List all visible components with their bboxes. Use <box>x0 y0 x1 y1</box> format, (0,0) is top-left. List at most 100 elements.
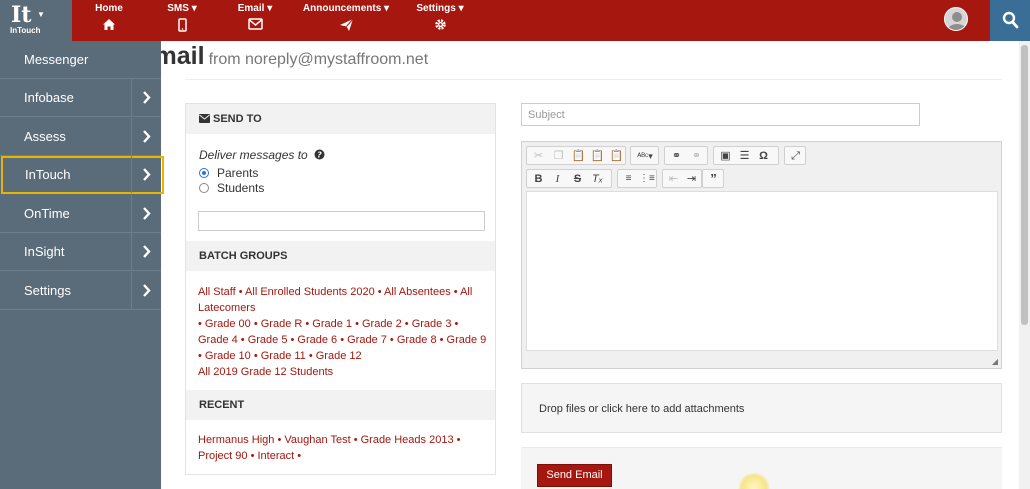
special-character-icon[interactable]: Ω <box>756 149 771 163</box>
batch-group-line[interactable]: All Staff • All Enrolled Students 2020 •… <box>198 284 490 316</box>
sidebar-item-assess[interactable]: Assess <box>0 118 161 156</box>
gear-icon <box>434 19 446 30</box>
remove-format-icon[interactable]: Tₓ <box>590 172 605 186</box>
nav-announcements[interactable]: Announcements ▾ <box>300 3 392 32</box>
numbered-list-icon[interactable]: ≡ <box>621 172 636 186</box>
radio-students-label: Students <box>217 181 265 195</box>
toolbar-list-group: ≡ ⋮≡ <box>617 169 657 188</box>
radio-students[interactable]: Students <box>199 181 264 195</box>
paste-word-icon[interactable]: 📋 <box>609 149 624 163</box>
question-circle-icon[interactable]: ? <box>314 149 325 160</box>
chevron-right-icon <box>131 118 161 155</box>
sidebar-item-label: Settings <box>24 283 71 298</box>
chevron-right-icon <box>131 233 161 270</box>
nav-sms-label: SMS ▾ <box>167 3 197 14</box>
send-to-header: SEND TO <box>186 104 495 134</box>
horizontal-line-icon[interactable]: ☰ <box>737 149 752 163</box>
send-to-panel: SEND TO Deliver messages to ? Parents St… <box>185 103 496 475</box>
search-icon <box>1002 11 1019 29</box>
sidebar-item-label: InTouch <box>25 167 71 182</box>
maximize-icon[interactable]: ⤢ <box>788 149 803 163</box>
toolbar-indent-group: ⇤ ⇥ <box>662 169 702 188</box>
strikethrough-icon[interactable]: S <box>570 172 585 186</box>
top-navigation-bar: It ▼ InTouch Home SMS ▾ Email ▾ Announce… <box>0 0 1030 41</box>
toolbar-spellcheck-group: ᴬᴮᶜ▾ <box>630 146 659 165</box>
sidebar-item-intouch[interactable]: InTouch <box>1 156 164 194</box>
subject-input[interactable]: Subject <box>521 103 920 126</box>
page-scrollbar[interactable] <box>1019 41 1030 489</box>
sidebar-item-label: OnTime <box>24 206 70 221</box>
nav-email-label: Email ▾ <box>237 3 273 14</box>
nav-home-label: Home <box>95 3 123 14</box>
batch-group-line[interactable]: • Grade 00 • Grade R • Grade 1 • Grade 2… <box>198 316 490 364</box>
rich-text-editor: ✂ ❐ 📋 📋 📋 ᴬᴮᶜ▾ ⚭ ⚭ ▣ ☰ Ω ⤢ B I S Tₓ ≡ ⋮≡… <box>521 141 1002 369</box>
bold-icon[interactable]: B <box>531 172 546 186</box>
radio-parents[interactable]: Parents <box>199 166 258 180</box>
radio-parents-button[interactable] <box>199 168 209 178</box>
batch-groups-header: BATCH GROUPS <box>186 241 495 271</box>
message-body-textarea[interactable] <box>526 191 998 351</box>
chevron-right-icon <box>131 79 161 116</box>
sender-address: from noreply@mystaffroom.net <box>208 51 429 68</box>
sidebar-item-insight[interactable]: InSight <box>0 233 161 271</box>
recent-heading: RECENT <box>199 399 245 411</box>
envelope-icon <box>247 18 263 30</box>
sidebar-item-ontime[interactable]: OnTime <box>0 195 161 233</box>
unlink-icon[interactable]: ⚭ <box>689 149 704 163</box>
radio-students-button[interactable] <box>199 183 209 193</box>
bulleted-list-icon[interactable]: ⋮≡ <box>639 172 655 186</box>
user-avatar[interactable] <box>944 7 968 31</box>
toolbar-view-group: ⤢ <box>784 146 806 165</box>
scrollbar-thumb[interactable] <box>1021 45 1028 325</box>
blockquote-icon[interactable]: ” <box>706 172 721 186</box>
send-email-button[interactable]: Send Email <box>537 464 612 487</box>
nav-settings-label: Settings ▾ <box>416 3 464 14</box>
toolbar-insert-group: ▣ ☰ Ω <box>713 146 779 165</box>
image-icon[interactable]: ▣ <box>718 149 733 163</box>
link-icon[interactable]: ⚭ <box>669 149 684 163</box>
copy-icon[interactable]: ❐ <box>551 149 566 163</box>
toolbar-quote-group: ” <box>702 169 724 188</box>
chevron-right-icon <box>131 156 161 193</box>
recent-list[interactable]: Hermanus High • Vaughan Test • Grade Hea… <box>198 432 490 464</box>
nav-email[interactable]: Email ▾ <box>234 3 276 30</box>
search-button[interactable] <box>990 0 1030 41</box>
spellcheck-icon[interactable]: ᴬᴮᶜ▾ <box>634 149 656 163</box>
indent-icon[interactable]: ⇥ <box>684 172 699 186</box>
attachment-dropzone[interactable]: Drop files or click here to add attachme… <box>521 383 1002 433</box>
nav-sms[interactable]: SMS ▾ <box>164 3 200 32</box>
paste-text-icon[interactable]: 📋 <box>590 149 605 163</box>
dropzone-text: Drop files or click here to add attachme… <box>539 403 745 415</box>
sidebar-item-settings[interactable]: Settings <box>0 272 161 310</box>
cut-icon[interactable]: ✂ <box>531 149 546 163</box>
batch-groups-list[interactable]: All Staff • All Enrolled Students 2020 •… <box>198 284 490 380</box>
home-icon <box>103 19 115 30</box>
toolbar-basic-styles-group: B I S Tₓ <box>526 169 612 188</box>
italic-icon[interactable]: I <box>550 172 565 186</box>
recent-header: RECENT <box>186 390 495 420</box>
subject-placeholder: Subject <box>528 109 565 121</box>
logo-text: It <box>11 2 32 28</box>
svg-text:?: ? <box>317 151 322 160</box>
send-to-heading-text: SEND TO <box>213 113 262 125</box>
resize-handle-icon[interactable]: ◢ <box>992 357 998 366</box>
nav-settings[interactable]: Settings ▾ <box>413 3 467 31</box>
batch-group-line[interactable]: All 2019 Grade 12 Students <box>198 364 490 380</box>
toolbar-clipboard-group: ✂ ❐ 📋 📋 📋 <box>526 146 626 165</box>
app-logo-menu[interactable]: It ▼ InTouch <box>0 0 72 41</box>
envelope-icon <box>199 114 210 123</box>
sidebar-menu: Messenger Infobase Assess InTouch OnTime… <box>0 41 164 489</box>
chevron-right-icon <box>131 195 161 232</box>
recent-line[interactable]: Hermanus High • Vaughan Test • Grade Hea… <box>198 432 490 464</box>
sidebar-item-label: Messenger <box>24 52 89 67</box>
outdent-icon[interactable]: ⇤ <box>666 172 681 186</box>
nav-home[interactable]: Home <box>94 3 124 31</box>
paper-plane-icon <box>339 18 353 31</box>
chevron-right-icon <box>131 272 161 309</box>
send-to-heading: SEND TO <box>199 113 262 125</box>
paste-icon[interactable]: 📋 <box>571 149 586 163</box>
sidebar-item-messenger[interactable]: Messenger <box>0 41 161 79</box>
sidebar-item-label: InSight <box>24 244 65 259</box>
sidebar-item-infobase[interactable]: Infobase <box>0 79 161 117</box>
recipient-filter-input[interactable] <box>198 211 485 231</box>
